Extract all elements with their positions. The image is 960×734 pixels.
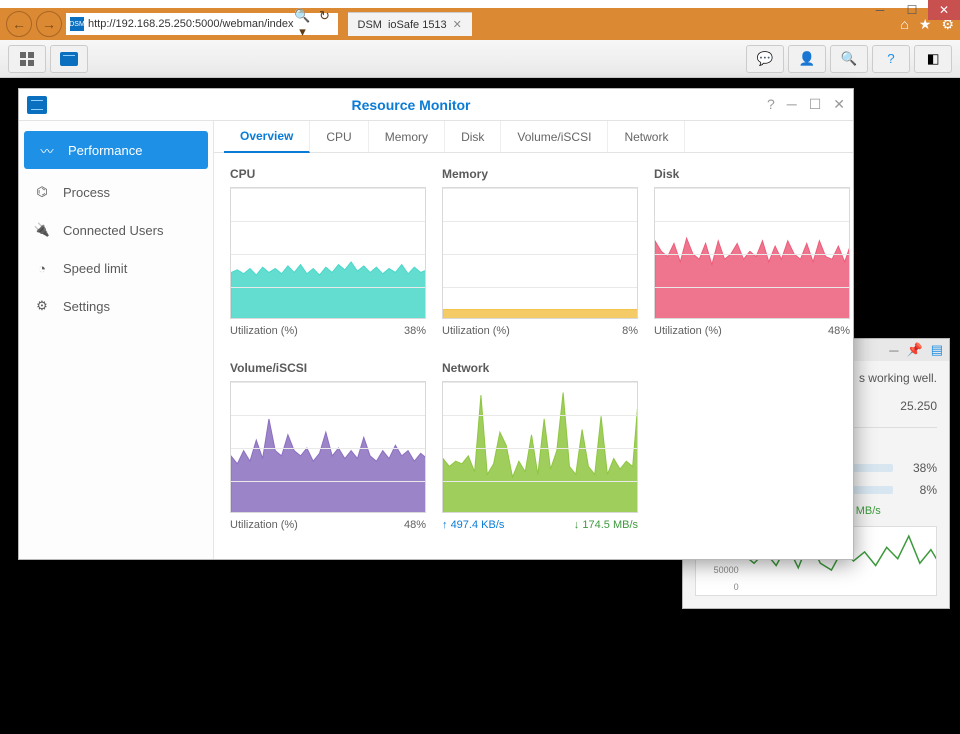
tab-cpu[interactable]: CPU (310, 121, 368, 152)
network-down: ↓ 174.5 MB/s (574, 519, 638, 531)
widget-menu-icon[interactable]: ▤ (931, 342, 943, 358)
window-minimize-button[interactable]: ─ (864, 0, 896, 20)
window-minimize-icon[interactable]: ─ (787, 96, 797, 113)
tab-title: ioSafe 1513 (388, 19, 447, 31)
url-text: http://192.168.25.250:5000/webman/index (88, 18, 294, 30)
widget-pin-icon[interactable]: 📌 (907, 342, 923, 358)
network-up: ↑ 497.4 KB/s (442, 519, 504, 531)
sidebar: 〰 Performance ⌬ Process 🔌 Connected User… (19, 121, 214, 559)
chart-network[interactable]: Network ↑ 497.4 KB/s ↓ 174.5 MB/s (442, 361, 638, 545)
performance-icon: 〰 (38, 141, 56, 159)
tab-favicon: DSM (358, 19, 382, 31)
resource-monitor-app-icon (27, 96, 47, 114)
window-maximize-icon[interactable]: ☐ (809, 96, 822, 113)
window-help-icon[interactable]: ? (767, 96, 775, 113)
tab-volume[interactable]: Volume/iSCSI (501, 121, 608, 152)
resource-monitor-window: Resource Monitor ? ─ ☐ ✕ 〰 Performance ⌬… (18, 88, 854, 560)
widget-cpu-value: 38% (903, 461, 937, 475)
tab-close-icon[interactable]: ✕ (453, 18, 462, 31)
dsm-search-icon[interactable]: 🔍 (830, 45, 868, 73)
tab-bar: Overview CPU Memory Disk Volume/iSCSI Ne… (214, 121, 853, 153)
browser-tab[interactable]: DSM ioSafe 1513 ✕ (348, 12, 472, 36)
dsm-widgets-icon[interactable]: ◧ (914, 45, 952, 73)
dsm-help-icon[interactable]: ? (872, 45, 910, 73)
address-input[interactable]: DSM http://192.168.25.250:5000/webman/in… (66, 13, 338, 35)
tab-network[interactable]: Network (608, 121, 685, 152)
chart-cpu[interactable]: CPU Utilization (%)38% (230, 167, 426, 351)
plug-icon: 🔌 (33, 221, 51, 239)
window-close-icon[interactable]: ✕ (833, 96, 845, 113)
chart-disk[interactable]: Disk Utilization (%)48% (654, 167, 850, 351)
widget-ram-value: 8% (903, 483, 937, 497)
refresh-icon[interactable]: ↻ (316, 8, 334, 40)
search-dropdown-icon[interactable]: 🔍▾ (294, 8, 312, 40)
chart-memory[interactable]: Memory Utilization (%)8% (442, 167, 638, 351)
dsm-resource-monitor-button[interactable] (50, 45, 88, 73)
window-close-button[interactable]: ✕ (928, 0, 960, 20)
process-icon: ⌬ (33, 183, 51, 201)
sidebar-item-process[interactable]: ⌬ Process (19, 173, 213, 211)
gauge-icon: ◔ (33, 259, 51, 277)
chart-volume[interactable]: Volume/iSCSI Utilization (%)48% (230, 361, 426, 545)
tab-overview[interactable]: Overview (224, 121, 310, 153)
tab-disk[interactable]: Disk (445, 121, 501, 152)
sidebar-item-performance[interactable]: 〰 Performance (24, 131, 208, 169)
dsm-user-icon[interactable]: 👤 (788, 45, 826, 73)
dsm-toolbar: 💬 👤 🔍 ? ◧ (0, 40, 960, 78)
sidebar-item-connected-users[interactable]: 🔌 Connected Users (19, 211, 213, 249)
gear-icon: ⚙ (33, 297, 51, 315)
dsm-chat-icon[interactable]: 💬 (746, 45, 784, 73)
back-button[interactable]: ← (6, 11, 32, 37)
browser-address-bar: ← → DSM http://192.168.25.250:5000/webma… (0, 8, 960, 40)
site-favicon: DSM (70, 17, 84, 31)
window-title: Resource Monitor (55, 97, 767, 113)
forward-button[interactable]: → (36, 11, 62, 37)
dsm-apps-button[interactable] (8, 45, 46, 73)
tab-memory[interactable]: Memory (369, 121, 445, 152)
window-maximize-button[interactable]: ☐ (896, 0, 928, 20)
sidebar-item-settings[interactable]: ⚙ Settings (19, 287, 213, 325)
widget-minimize-icon[interactable]: ─ (889, 343, 898, 358)
sidebar-item-speed-limit[interactable]: ◔ Speed limit (19, 249, 213, 287)
